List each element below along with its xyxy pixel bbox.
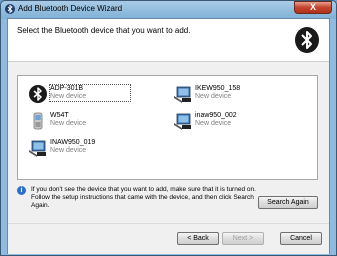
- device-status: New device: [50, 93, 87, 100]
- device-status: New device: [50, 120, 87, 127]
- device-status: New device: [195, 120, 232, 127]
- page-title: Select the Bluetooth device that you wan…: [17, 26, 191, 35]
- device-name: IKEW950_158: [195, 85, 241, 92]
- next-button[interactable]: Next >: [222, 232, 264, 245]
- info-message: i If you don't see the device that you w…: [17, 186, 256, 216]
- device-item-adp-301b[interactable]: ADP-301B New device: [28, 84, 138, 104]
- device-status: New device: [195, 93, 232, 100]
- device-item-inaw950-019[interactable]: INAW950_019 New device: [28, 138, 138, 158]
- window-title: Add Bluetooth Device Wizard: [18, 4, 123, 13]
- wizard-window: Add Bluetooth Device Wizard X Select the…: [0, 0, 337, 256]
- close-icon: X: [309, 2, 316, 12]
- device-item-w54t[interactable]: W54T New device: [28, 111, 138, 131]
- info-text: If you don't see the device that you wan…: [31, 186, 256, 209]
- phone-icon: [28, 111, 48, 131]
- wizard-footer: < Back Next > Cancel: [8, 223, 329, 254]
- computer-icon: [173, 84, 193, 104]
- title-bar: Add Bluetooth Device Wizard X: [1, 1, 336, 18]
- cancel-button[interactable]: Cancel: [280, 232, 322, 245]
- search-again-button[interactable]: Search Again: [258, 196, 318, 209]
- back-button[interactable]: < Back: [177, 232, 219, 245]
- device-list[interactable]: ADP-301B New device IKEW950_158 New devi…: [17, 75, 318, 180]
- wizard-header: Select the Bluetooth device that you wan…: [8, 19, 329, 62]
- device-name: W54T: [50, 112, 69, 119]
- device-item-ikew950-158[interactable]: IKEW950_158 New device: [173, 84, 283, 104]
- bluetooth-logo-icon: [295, 27, 319, 53]
- device-name: ADP-301B: [50, 85, 84, 92]
- wizard-content: Select the Bluetooth device that you wan…: [7, 18, 330, 254]
- device-item-inaw950-002[interactable]: inaw950_002 New device: [173, 111, 283, 131]
- device-name: INAW950_019: [50, 139, 96, 146]
- close-button[interactable]: X: [294, 1, 332, 14]
- device-name: inaw950_002: [195, 112, 237, 119]
- bluetooth-icon: [5, 4, 15, 14]
- computer-icon: [173, 111, 193, 131]
- bluetooth-icon: [28, 84, 48, 104]
- computer-icon: [28, 138, 48, 158]
- device-status: New device: [50, 147, 87, 154]
- info-icon: i: [17, 186, 26, 195]
